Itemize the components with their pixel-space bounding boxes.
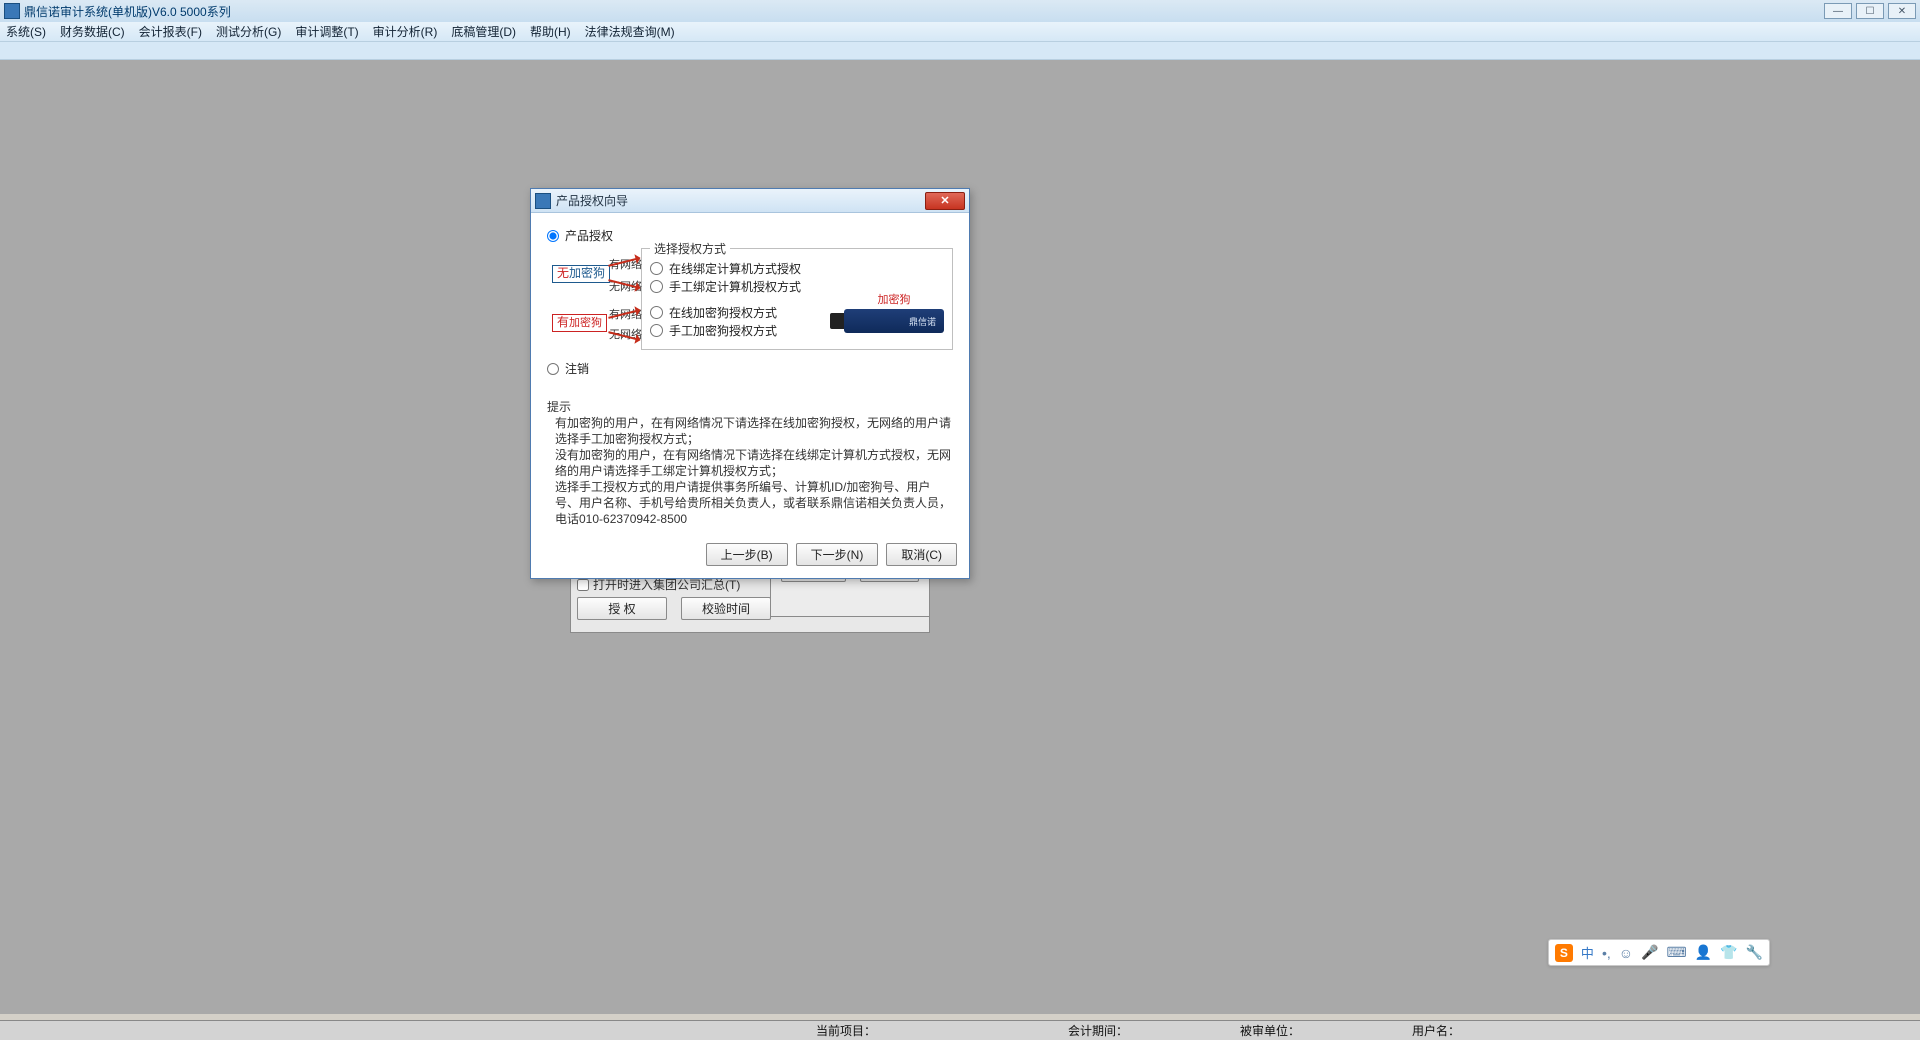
auth-wizard-dialog: 产品授权向导 ✕ 产品授权 选择授权方式 有网络 无加密狗 — [530, 188, 970, 579]
wizard-next-button[interactable]: 下一步(N) — [796, 543, 879, 566]
tag-no-dongle: 无加密狗 — [552, 265, 610, 283]
radio-logout-label: 注销 — [565, 360, 589, 377]
radio-online-dongle[interactable] — [650, 306, 663, 319]
wizard-icon — [535, 193, 551, 209]
dongle-brand: 鼎信诺 — [909, 315, 936, 328]
wizard-prev-button[interactable]: 上一步(B) — [706, 543, 788, 566]
ime-keyboard-icon[interactable]: ⌨ — [1666, 944, 1686, 961]
auth-method-fieldset: 选择授权方式 有网络 无加密狗 无网络 有网络 — [641, 248, 953, 350]
fieldset-legend: 选择授权方式 — [650, 240, 730, 257]
menu-help[interactable]: 帮助(H) — [530, 23, 571, 40]
menu-testing[interactable]: 测试分析(G) — [216, 23, 281, 40]
opt3-label: 在线加密狗授权方式 — [669, 304, 777, 321]
ime-punct-icon[interactable]: •, — [1602, 945, 1611, 961]
menu-analysis[interactable]: 审计分析(R) — [373, 23, 438, 40]
tips-block: 提示 有加密狗的用户，在有网络情况下请选择在线加密狗授权，无网络的用户请选择手工… — [547, 399, 953, 527]
opt1-label: 在线绑定计算机方式授权 — [669, 260, 801, 277]
menu-bar: 系统(S) 财务数据(C) 会计报表(F) 测试分析(G) 审计调整(T) 审计… — [0, 22, 1920, 42]
wizard-titlebar: 产品授权向导 ✕ — [531, 189, 969, 213]
radio-product-auth-label: 产品授权 — [565, 227, 613, 244]
left-annotations: 有网络 无加密狗 无网络 有网络 有加密狗 — [554, 255, 642, 343]
chk-group-summary[interactable] — [577, 579, 589, 591]
wizard-title: 产品授权向导 — [556, 192, 628, 209]
radio-manual-dongle[interactable] — [650, 324, 663, 337]
ime-lang-indicator[interactable]: 中 — [1581, 943, 1594, 962]
menu-system[interactable]: 系统(S) — [6, 23, 46, 40]
ime-toolbar[interactable]: S 中 •, ☺ 🎤 ⌨ 👤 👕 🔧 — [1548, 939, 1770, 966]
ime-logo-icon: S — [1555, 944, 1573, 962]
ime-tools-icon[interactable]: 🔧 — [1746, 944, 1763, 961]
wizard-cancel-button[interactable]: 取消(C) — [886, 543, 957, 566]
usb-dongle-icon: 鼎信诺 — [844, 309, 944, 333]
tips-line2: 没有加密狗的用户，在有网络情况下请选择在线绑定计算机方式授权，无网络的用户请选择… — [547, 447, 953, 479]
radio-manual-bind-pc[interactable] — [650, 280, 663, 293]
tips-heading: 提示 — [547, 399, 953, 415]
status-current-project: 当前项目： — [800, 1022, 892, 1039]
window-maximize-button[interactable]: ☐ — [1856, 3, 1884, 19]
opt4-label: 手工加密狗授权方式 — [669, 322, 777, 339]
app-titlebar: 鼎信诺审计系统(单机版)V6.0 5000系列 — ☐ ✕ — [0, 0, 1920, 22]
radio-product-auth[interactable] — [547, 230, 559, 242]
radio-online-bind-pc[interactable] — [650, 262, 663, 275]
menu-papers[interactable]: 底稿管理(D) — [451, 23, 516, 40]
toolbar-strip — [0, 42, 1920, 60]
authorize-button[interactable]: 授 权 — [577, 597, 667, 620]
menu-adjust[interactable]: 审计调整(T) — [295, 23, 358, 40]
tips-line3: 选择手工授权方式的用户请提供事务所编号、计算机ID/加密狗号、用户号、用户名称、… — [547, 479, 953, 527]
workspace: 创建项目 设置项目路径 打开时进入母公司汇总(M) 打开时进入集团公司汇总(T)… — [0, 60, 1920, 1014]
tag-has-dongle: 有加密狗 — [552, 314, 607, 332]
wizard-footer: 上一步(B) 下一步(N) 取消(C) — [531, 535, 969, 578]
opt2-label: 手工绑定计算机授权方式 — [669, 278, 801, 295]
window-close-button[interactable]: ✕ — [1888, 3, 1916, 19]
ime-user-icon[interactable]: 👤 — [1695, 944, 1712, 961]
menu-reports[interactable]: 会计报表(F) — [139, 23, 202, 40]
dongle-label: 加密狗 — [844, 291, 944, 307]
app-title: 鼎信诺审计系统(单机版)V6.0 5000系列 — [24, 3, 231, 20]
status-user: 用户名： — [1396, 1022, 1476, 1039]
status-audited-entity: 被审单位： — [1224, 1022, 1316, 1039]
menu-law[interactable]: 法律法规查询(M) — [585, 23, 675, 40]
tips-line1: 有加密狗的用户，在有网络情况下请选择在线加密狗授权，无网络的用户请选择手工加密狗… — [547, 415, 953, 447]
ime-mic-icon[interactable]: 🎤 — [1641, 944, 1658, 961]
verify-time-button[interactable]: 校验时间 — [681, 597, 771, 620]
radio-logout[interactable] — [547, 363, 559, 375]
status-bar: 当前项目： 会计期间： 被审单位： 用户名： — [0, 1020, 1920, 1040]
wizard-close-button[interactable]: ✕ — [925, 192, 965, 210]
ime-emoji-icon[interactable]: ☺ — [1619, 945, 1633, 961]
window-minimize-button[interactable]: — — [1824, 3, 1852, 19]
ime-skin-icon[interactable]: 👕 — [1720, 944, 1737, 961]
dongle-illustration: 加密狗 鼎信诺 — [844, 291, 944, 333]
app-logo-icon — [4, 3, 20, 19]
menu-findata[interactable]: 财务数据(C) — [60, 23, 125, 40]
status-period: 会计期间： — [1052, 1022, 1144, 1039]
